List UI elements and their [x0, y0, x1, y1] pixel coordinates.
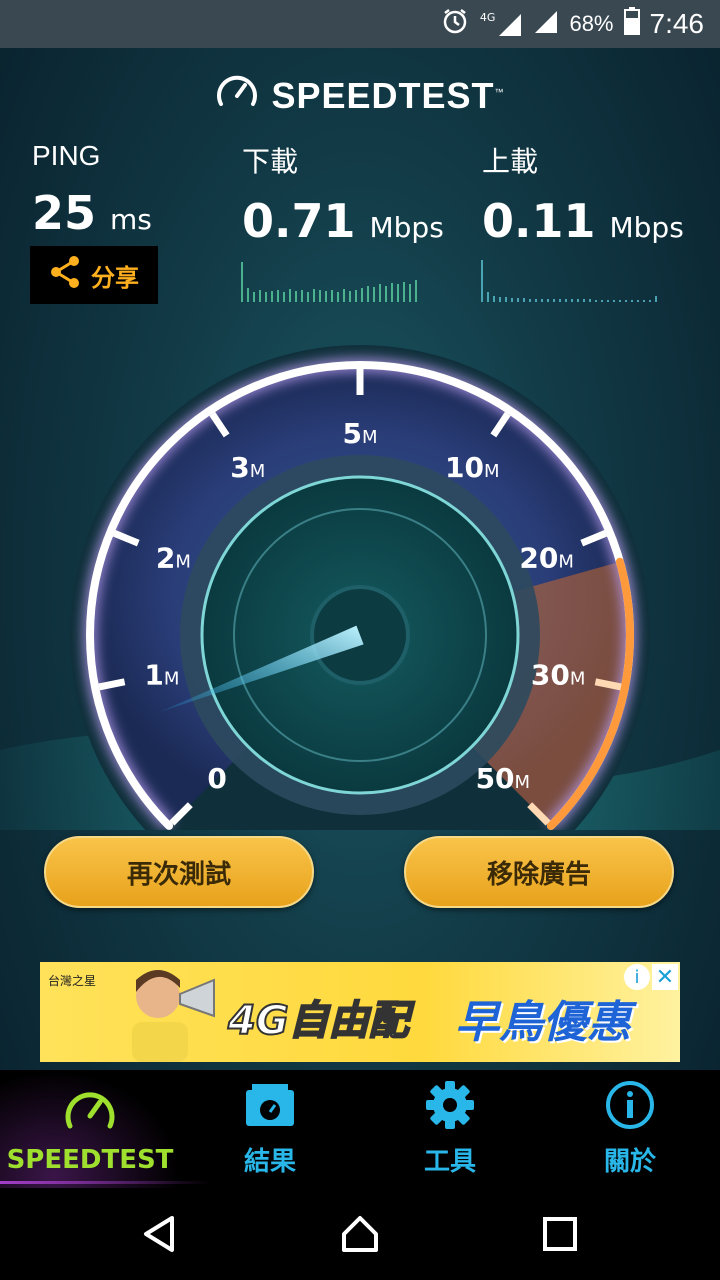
- speed-gauge: 01M2M3M5M10M20M30M50M: [0, 345, 720, 830]
- battery-percent: 68%: [569, 11, 614, 36]
- tab-results-label: 結果: [243, 1147, 296, 1177]
- remove-ads-button[interactable]: 移除廣告: [404, 836, 674, 908]
- app-logo: SPEEDTEST™: [0, 72, 720, 120]
- ad-brand: 台灣之星: [48, 974, 97, 988]
- gauge-tick-label: 0: [207, 762, 226, 795]
- ping-unit: ms: [110, 203, 152, 236]
- download-value: 0.71: [242, 194, 356, 248]
- ad-slogan-part2: 早鳥優惠: [455, 997, 631, 1048]
- download-sparkline: [241, 262, 417, 302]
- ad-info-icon[interactable]: i: [624, 964, 650, 990]
- upload-label: 上載: [482, 146, 539, 177]
- trademark: ™: [494, 87, 505, 97]
- home-icon[interactable]: [340, 1214, 380, 1254]
- status-bar: 4G 68% 7:46: [0, 0, 720, 48]
- gauge-tick: [98, 678, 126, 691]
- system-nav-bar: [0, 1188, 720, 1280]
- tab-speedtest-label: SPEEDTEST: [6, 1144, 174, 1175]
- recents-icon[interactable]: [540, 1214, 580, 1254]
- upload-metric: 上載 0.11 Mbps: [482, 140, 684, 248]
- download-label: 下載: [242, 146, 299, 177]
- gear-icon: [422, 1080, 478, 1137]
- clock: 7:46: [649, 8, 705, 39]
- tab-speedtest[interactable]: SPEEDTEST: [0, 1070, 210, 1188]
- info-icon: [602, 1080, 658, 1137]
- ping-value: 25: [32, 186, 97, 240]
- download-metric: 下載 0.71 Mbps: [242, 140, 444, 248]
- mobile-data-icon: 4G: [480, 12, 524, 36]
- back-icon[interactable]: [140, 1214, 180, 1254]
- battery-icon: [623, 7, 640, 41]
- signal-icon: [533, 9, 559, 39]
- speedometer-logo-icon: [215, 70, 259, 123]
- ad-person-image: [118, 964, 222, 1062]
- ad-slogan-part1: 4G自由配: [227, 997, 410, 1045]
- gauge-tick: [594, 678, 622, 691]
- speedometer-icon: [62, 1084, 118, 1141]
- share-icon: [49, 255, 81, 295]
- share-button[interactable]: 分享: [30, 246, 158, 304]
- retest-button[interactable]: 再次測試: [44, 836, 314, 908]
- tab-tools-label: 工具: [423, 1147, 476, 1177]
- upload-sparkline: [481, 260, 657, 302]
- alarm-icon: [440, 6, 470, 42]
- tab-results[interactable]: 結果: [180, 1070, 360, 1188]
- upload-unit: Mbps: [609, 211, 684, 244]
- tab-about-label: 關於: [603, 1147, 656, 1177]
- tab-tools[interactable]: 工具: [360, 1070, 540, 1188]
- share-label: 分享: [91, 263, 139, 292]
- upload-value: 0.11: [482, 194, 596, 248]
- ping-label: PING: [32, 140, 101, 171]
- ping-metric: PING 25 ms: [32, 140, 152, 240]
- ad-close-icon[interactable]: ✕: [652, 964, 678, 990]
- bottom-tab-bar: SPEEDTEST 結果 工具 關於: [0, 1070, 720, 1188]
- ad-banner[interactable]: 台灣之星 4G自由配 早鳥優惠 i ✕: [40, 962, 680, 1062]
- tab-about[interactable]: 關於: [540, 1070, 720, 1188]
- app-title: SPEEDTEST: [271, 75, 495, 116]
- results-folder-icon: [242, 1080, 298, 1137]
- download-unit: Mbps: [369, 211, 444, 244]
- network-type: 4G: [479, 11, 496, 24]
